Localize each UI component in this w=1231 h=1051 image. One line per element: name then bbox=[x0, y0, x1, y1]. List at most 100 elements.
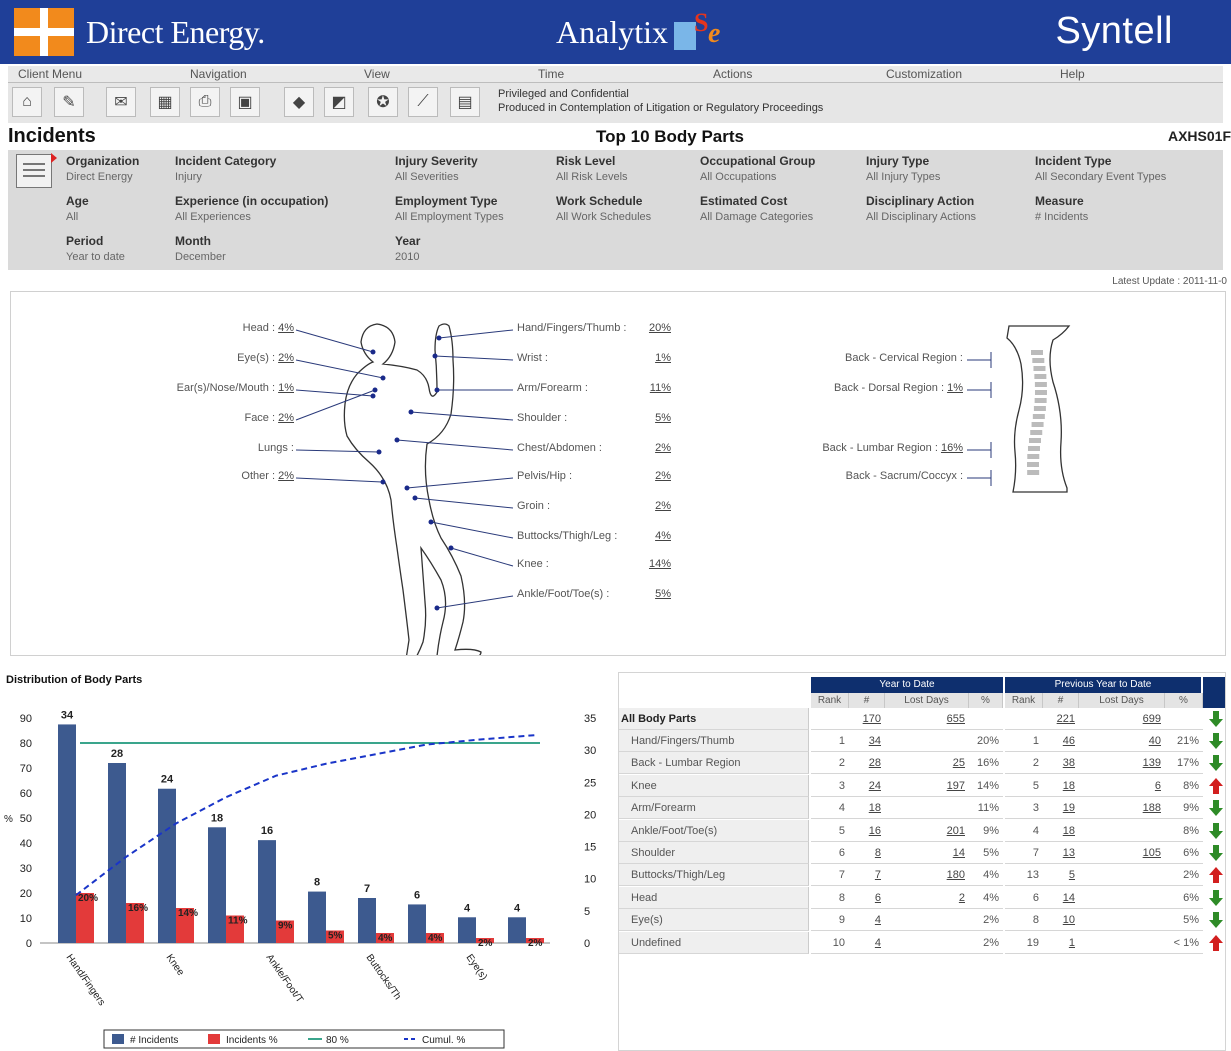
prev-count-cell[interactable]: 221 bbox=[1043, 708, 1079, 730]
body-label-left-1[interactable]: Eye(s) : 2% bbox=[237, 352, 294, 364]
body-part-pct-value[interactable]: 2% bbox=[655, 442, 671, 454]
lost-days-cell[interactable] bbox=[885, 797, 969, 820]
menu-client[interactable]: Client Menu bbox=[18, 67, 82, 81]
prev-lost-days-cell[interactable]: 105 bbox=[1079, 842, 1165, 864]
body-label-left-2[interactable]: Ear(s)/Nose/Mouth : 1% bbox=[177, 382, 294, 394]
prev-lost-days-cell[interactable] bbox=[1079, 864, 1165, 887]
filter-injury-type[interactable]: Injury Type All Injury Types bbox=[866, 154, 940, 183]
print-icon[interactable]: ⎙ bbox=[190, 87, 220, 117]
body-label-spine-3[interactable]: Back - Sacrum/Coccyx : bbox=[846, 470, 963, 482]
body-part-pct-value[interactable]: 1% bbox=[655, 352, 671, 364]
body-part-pct[interactable]: 2% bbox=[278, 470, 294, 482]
body-part-pct-value[interactable]: 14% bbox=[649, 558, 671, 570]
prev-count-cell[interactable]: 18 bbox=[1043, 820, 1079, 842]
lost-days-cell[interactable]: 180 bbox=[885, 864, 969, 887]
body-label-right-7[interactable]: Buttocks/Thigh/Leg : bbox=[517, 530, 617, 542]
menu-customization[interactable]: Customization bbox=[886, 67, 962, 81]
column-header[interactable]: Rank bbox=[811, 693, 849, 708]
lost-days-cell[interactable]: 201 bbox=[885, 820, 969, 842]
count-cell[interactable]: 34 bbox=[849, 730, 885, 752]
award-icon[interactable]: ✪ bbox=[368, 87, 398, 117]
home-icon[interactable]: ⌂ bbox=[12, 87, 42, 117]
count-cell[interactable]: 24 bbox=[849, 775, 885, 797]
excel-icon[interactable]: ▦ bbox=[150, 87, 180, 117]
email-icon[interactable]: ✉ bbox=[106, 87, 136, 117]
body-label-left-4[interactable]: Lungs : bbox=[258, 442, 294, 454]
body-label-spine-0[interactable]: Back - Cervical Region : bbox=[845, 352, 963, 364]
body-part-pct-value[interactable]: 11% bbox=[650, 382, 671, 394]
prev-count-cell[interactable]: 19 bbox=[1043, 797, 1079, 820]
body-label-right-3[interactable]: Shoulder : bbox=[517, 412, 567, 424]
menu-view[interactable]: View bbox=[364, 67, 390, 81]
prev-lost-days-cell[interactable]: 139 bbox=[1079, 752, 1165, 775]
body-label-spine-1[interactable]: Back - Dorsal Region : 1% bbox=[834, 382, 963, 394]
filter-age[interactable]: Age All bbox=[66, 194, 89, 223]
body-label-right-2[interactable]: Arm/Forearm : bbox=[517, 382, 588, 394]
count-cell[interactable]: 7 bbox=[849, 864, 885, 887]
filter-employment-type[interactable]: Employment Type All Employment Types bbox=[395, 194, 504, 223]
filter-measure[interactable]: Measure # Incidents bbox=[1035, 194, 1088, 223]
body-part-pct[interactable]: 5% bbox=[655, 412, 671, 424]
prev-count-cell[interactable]: 46 bbox=[1043, 730, 1079, 752]
prev-count-cell[interactable]: 10 bbox=[1043, 909, 1079, 932]
body-part-pct-value[interactable]: 2% bbox=[655, 500, 671, 512]
prev-lost-days-cell[interactable] bbox=[1079, 820, 1165, 842]
menu-actions[interactable]: Actions bbox=[713, 67, 752, 81]
table-row[interactable]: Head 8 6 2 4% 6 14 6% bbox=[619, 886, 1225, 909]
menu-time[interactable]: Time bbox=[538, 67, 564, 81]
prev-lost-days-cell[interactable]: 699 bbox=[1079, 708, 1165, 730]
prev-count-cell[interactable]: 13 bbox=[1043, 842, 1079, 864]
prev-count-cell[interactable]: 14 bbox=[1043, 887, 1079, 909]
filter-organization[interactable]: Organization Direct Energy bbox=[66, 154, 139, 183]
filter-month[interactable]: Month December bbox=[175, 234, 226, 263]
body-part-pct[interactable]: 5% bbox=[655, 588, 671, 600]
prev-lost-days-cell[interactable]: 188 bbox=[1079, 797, 1165, 820]
lost-days-cell[interactable]: 2 bbox=[885, 887, 969, 909]
prev-count-cell[interactable]: 5 bbox=[1043, 864, 1079, 887]
body-label-right-1[interactable]: Wrist : bbox=[517, 352, 548, 364]
column-header[interactable]: Lost Days bbox=[1079, 693, 1165, 708]
filter-risk-level[interactable]: Risk Level All Risk Levels bbox=[556, 154, 628, 183]
body-label-right-9[interactable]: Ankle/Foot/Toe(s) : bbox=[517, 588, 609, 600]
body-part-pct[interactable]: 11% bbox=[650, 382, 671, 394]
count-cell[interactable]: 170 bbox=[849, 708, 885, 730]
body-part-pct-value[interactable]: 5% bbox=[655, 588, 671, 600]
prev-lost-days-cell[interactable]: 40 bbox=[1079, 730, 1165, 752]
body-label-right-5[interactable]: Pelvis/Hip : bbox=[517, 470, 572, 482]
filter-edit-icon[interactable] bbox=[16, 153, 57, 188]
body-part-pct-value[interactable]: 4% bbox=[655, 530, 671, 542]
column-header[interactable]: % bbox=[969, 693, 1003, 708]
count-cell[interactable]: 8 bbox=[849, 842, 885, 864]
body-part-pct[interactable]: 2% bbox=[655, 500, 671, 512]
table-row[interactable]: Back - Lumbar Region 2 28 25 16% 2 38 139 17% bbox=[619, 752, 1225, 775]
table-row[interactable]: Ankle/Foot/Toe(s) 5 16 201 9% 4 18 8% bbox=[619, 819, 1225, 842]
lost-days-cell[interactable]: 197 bbox=[885, 775, 969, 797]
prev-lost-days-cell[interactable] bbox=[1079, 887, 1165, 909]
body-label-right-6[interactable]: Groin : bbox=[517, 500, 550, 512]
report-icon[interactable]: ▤ bbox=[450, 87, 480, 117]
column-header[interactable]: # bbox=[1043, 693, 1079, 708]
prev-count-cell[interactable]: 1 bbox=[1043, 932, 1079, 954]
filter-year[interactable]: Year 2010 bbox=[395, 234, 420, 263]
prev-lost-days-cell[interactable]: 6 bbox=[1079, 775, 1165, 797]
count-cell[interactable]: 28 bbox=[849, 752, 885, 775]
table-row[interactable]: Buttocks/Thigh/Leg 7 7 180 4% 13 5 2% bbox=[619, 864, 1225, 887]
pdf-icon[interactable]: ▣ bbox=[230, 87, 260, 117]
menu-help[interactable]: Help bbox=[1060, 67, 1085, 81]
table-total-row[interactable]: All Body Parts 170 655 221 699 bbox=[619, 708, 1225, 730]
body-label-right-4[interactable]: Chest/Abdomen : bbox=[517, 442, 602, 454]
prev-lost-days-cell[interactable] bbox=[1079, 932, 1165, 954]
body-part-pct[interactable]: 1% bbox=[655, 352, 671, 364]
lost-days-cell[interactable] bbox=[885, 909, 969, 932]
body-part-pct[interactable]: 14% bbox=[649, 558, 671, 570]
menu-navigation[interactable]: Navigation bbox=[190, 67, 247, 81]
filter-disciplinary-action[interactable]: Disciplinary Action All Disciplinary Acti… bbox=[866, 194, 976, 223]
diamond-icon[interactable]: ◆ bbox=[284, 87, 314, 117]
lost-days-cell[interactable]: 655 bbox=[885, 708, 969, 730]
table-row[interactable]: Undefined 10 4 2% 19 1 < 1% bbox=[619, 931, 1225, 954]
filter-work-schedule[interactable]: Work Schedule All Work Schedules bbox=[556, 194, 651, 223]
body-part-pct[interactable]: 2% bbox=[655, 470, 671, 482]
lost-days-cell[interactable]: 14 bbox=[885, 842, 969, 864]
count-cell[interactable]: 4 bbox=[849, 909, 885, 932]
body-label-left-3[interactable]: Face : 2% bbox=[244, 412, 294, 424]
